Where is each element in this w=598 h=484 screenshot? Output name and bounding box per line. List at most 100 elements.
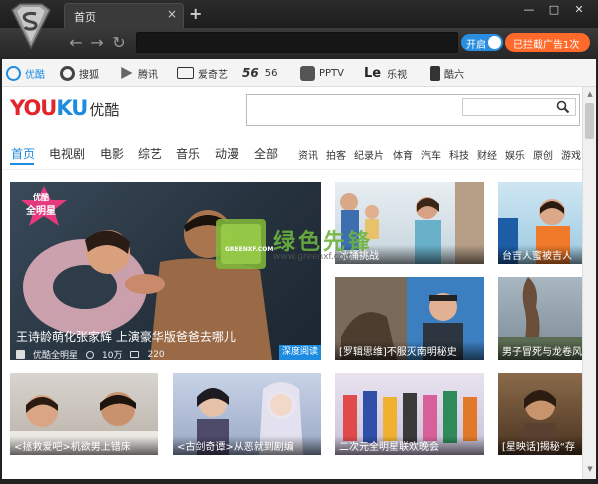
subchannel-news[interactable]: 资讯 — [298, 147, 318, 162]
address-bar[interactable] — [136, 32, 458, 53]
bookmark-label: 酷六 — [444, 69, 464, 81]
video-caption[interactable]: [星映话]揭秘“存 — [498, 436, 582, 455]
bookmark-label: 乐视 — [387, 69, 408, 81]
channel-movie[interactable]: 电影 — [100, 145, 124, 162]
back-icon[interactable]: ← — [65, 32, 87, 54]
featured-meta: 优酷全明星 10万 220 — [16, 348, 165, 360]
logo-cn: 优酷 — [89, 101, 120, 119]
close-icon[interactable]: ✕ — [570, 2, 588, 18]
video-caption[interactable]: [罗辑思维]不服灭南明秘史 — [335, 341, 484, 360]
watermark-url: www.greenxf.com — [273, 252, 354, 262]
featured-views: 10万 — [102, 351, 123, 360]
subchannel-sports[interactable]: 体育 — [393, 147, 413, 162]
channel-home[interactable]: 首页 — [11, 145, 35, 162]
subchannel-entertainment[interactable]: 娱乐 — [505, 147, 525, 162]
bookmark-sohu[interactable]: 搜狐 — [60, 59, 99, 87]
tab-home[interactable]: 首页 × — [64, 3, 184, 28]
search-area — [246, 94, 580, 126]
subchannel-paike[interactable]: 拍客 — [326, 147, 346, 162]
video-card[interactable]: <拯救爱吧>机欲男上错床 — [10, 373, 158, 455]
video-caption[interactable]: <拯救爱吧>机欲男上错床 — [10, 436, 158, 455]
comment-icon — [130, 351, 140, 358]
video-card[interactable]: [星映话]揭秘“存 — [498, 373, 582, 455]
bookmark-youku[interactable]: 优酷 — [6, 59, 45, 87]
youku-logo[interactable]: YOU KU 优酷 — [10, 96, 119, 124]
channel-icon — [16, 350, 25, 359]
bookmark-label: 56 — [264, 67, 278, 79]
bookmark-label: 搜狐 — [79, 69, 99, 81]
adblock-status-label: 已拦截广告1次 — [513, 40, 580, 51]
video-card[interactable]: 台吉人蜜被吉人 — [498, 182, 582, 264]
search-input[interactable] — [462, 98, 576, 116]
subchannel-auto[interactable]: 汽车 — [421, 147, 441, 162]
channel-divider — [2, 169, 582, 170]
watermark-logo-icon — [216, 219, 266, 269]
featured-comments: 220 — [147, 349, 165, 360]
channel-all[interactable]: 全部 — [254, 145, 278, 162]
bookmark-pptv[interactable]: PPTV — [300, 59, 344, 87]
channel-variety[interactable]: 综艺 — [138, 145, 162, 162]
tab-close-icon[interactable]: × — [167, 7, 177, 21]
web-page: YOU KU 优酷 首页 电视剧 电影 综艺 音乐 动漫 全部 资讯 拍客 纪录… — [2, 87, 582, 479]
scroll-down-icon[interactable]: ▼ — [585, 465, 595, 473]
toggle-label: 开启 — [466, 40, 486, 51]
scroll-up-icon[interactable]: ▲ — [585, 90, 595, 98]
logo-you: YOU — [10, 96, 57, 120]
video-card[interactable]: 男子冒死与龙卷风 — [498, 277, 582, 360]
pptv-icon — [300, 65, 315, 81]
video-caption[interactable]: 男子冒死与龙卷风 — [498, 341, 582, 360]
video-card[interactable]: <古剑奇谭>从恶就到剧编 — [173, 373, 321, 455]
adblock-toggle[interactable]: 开启 — [461, 34, 503, 51]
bookmark-letv[interactable]: Le 乐视 — [364, 59, 407, 87]
channel-music[interactable]: 音乐 — [176, 145, 200, 162]
active-channel-indicator — [10, 163, 34, 165]
letv-icon: Le — [364, 65, 382, 81]
video-caption[interactable]: 台吉人蜜被吉人 — [498, 245, 582, 264]
subchannel-finance[interactable]: 财经 — [477, 147, 497, 162]
bookmark-tencent[interactable]: 腾讯 — [119, 59, 158, 87]
badge-label: 全明星 — [26, 206, 56, 217]
page-scrollbar[interactable]: ▲ ▼ — [582, 87, 596, 479]
video-card[interactable]: [罗辑思维]不服灭南明秘史 — [335, 277, 484, 360]
56-icon: 56 — [242, 66, 259, 80]
toggle-knob — [488, 36, 501, 49]
bookmark-56[interactable]: 56 56 — [242, 59, 277, 87]
title-bar: 首页 × + — □ ✕ — [0, 0, 598, 28]
channel-tv[interactable]: 电视剧 — [49, 145, 85, 162]
bookmarks-bar: 优酷 搜狐 腾讯 爱奇艺 56 56 PPTV Le 乐视 酷六 — [2, 59, 596, 87]
watermark-sub: GREENXF.COM — [225, 246, 274, 253]
video-caption[interactable]: 二次元全明星联欢晚会 — [335, 436, 484, 455]
scrollbar-thumb[interactable] — [585, 103, 594, 139]
featured-title[interactable]: 王诗龄萌化张家辉 上演豪华版爸爸去哪儿 — [16, 328, 236, 345]
bookmark-iqiyi[interactable]: 爱奇艺 — [177, 59, 228, 87]
ku6-icon — [430, 65, 440, 81]
video-caption[interactable]: <古剑奇谭>从恶就到剧编 — [173, 436, 321, 455]
minimize-icon[interactable]: — — [520, 2, 538, 18]
subchannel-documentary[interactable]: 纪录片 — [354, 147, 384, 162]
sohu-icon — [60, 65, 75, 81]
youku-icon — [6, 65, 21, 81]
subchannel-games[interactable]: 游戏 — [561, 147, 581, 162]
bookmark-ku6[interactable]: 酷六 — [430, 59, 464, 87]
navigation-bar: ← → ↻ 开启 已拦截广告1次 — [0, 28, 598, 59]
forward-icon[interactable]: → — [86, 32, 108, 54]
new-tab-icon[interactable]: + — [189, 4, 202, 23]
watermark: GREENXF.COM 绿色先锋 www.greenxf.com — [215, 218, 415, 276]
iqiyi-icon — [177, 67, 194, 79]
reload-icon[interactable]: ↻ — [108, 32, 130, 54]
featured-tag[interactable]: 深度阅读 — [279, 345, 321, 360]
subchannel-original[interactable]: 原创 — [533, 147, 553, 162]
subchannel-tech[interactable]: 科技 — [449, 147, 469, 162]
tencent-video-icon — [121, 67, 133, 79]
adblock-status-button[interactable]: 已拦截广告1次 — [505, 33, 590, 52]
featured-channel[interactable]: 优酷全明星 — [33, 348, 78, 360]
browser-window: 首页 × + — □ ✕ ← → ↻ 开启 已拦截广告1次 优酷 搜狐 腾讯 爱… — [0, 0, 598, 484]
play-count-icon — [86, 350, 95, 359]
bookmark-label: 优酷 — [25, 69, 45, 81]
maximize-icon[interactable]: □ — [545, 2, 563, 18]
channel-anime[interactable]: 动漫 — [215, 145, 239, 162]
bookmark-label: PPTV — [319, 67, 345, 79]
tab-label: 首页 — [74, 11, 96, 24]
search-icon[interactable] — [556, 100, 570, 114]
video-card[interactable]: 二次元全明星联欢晚会 — [335, 373, 484, 455]
